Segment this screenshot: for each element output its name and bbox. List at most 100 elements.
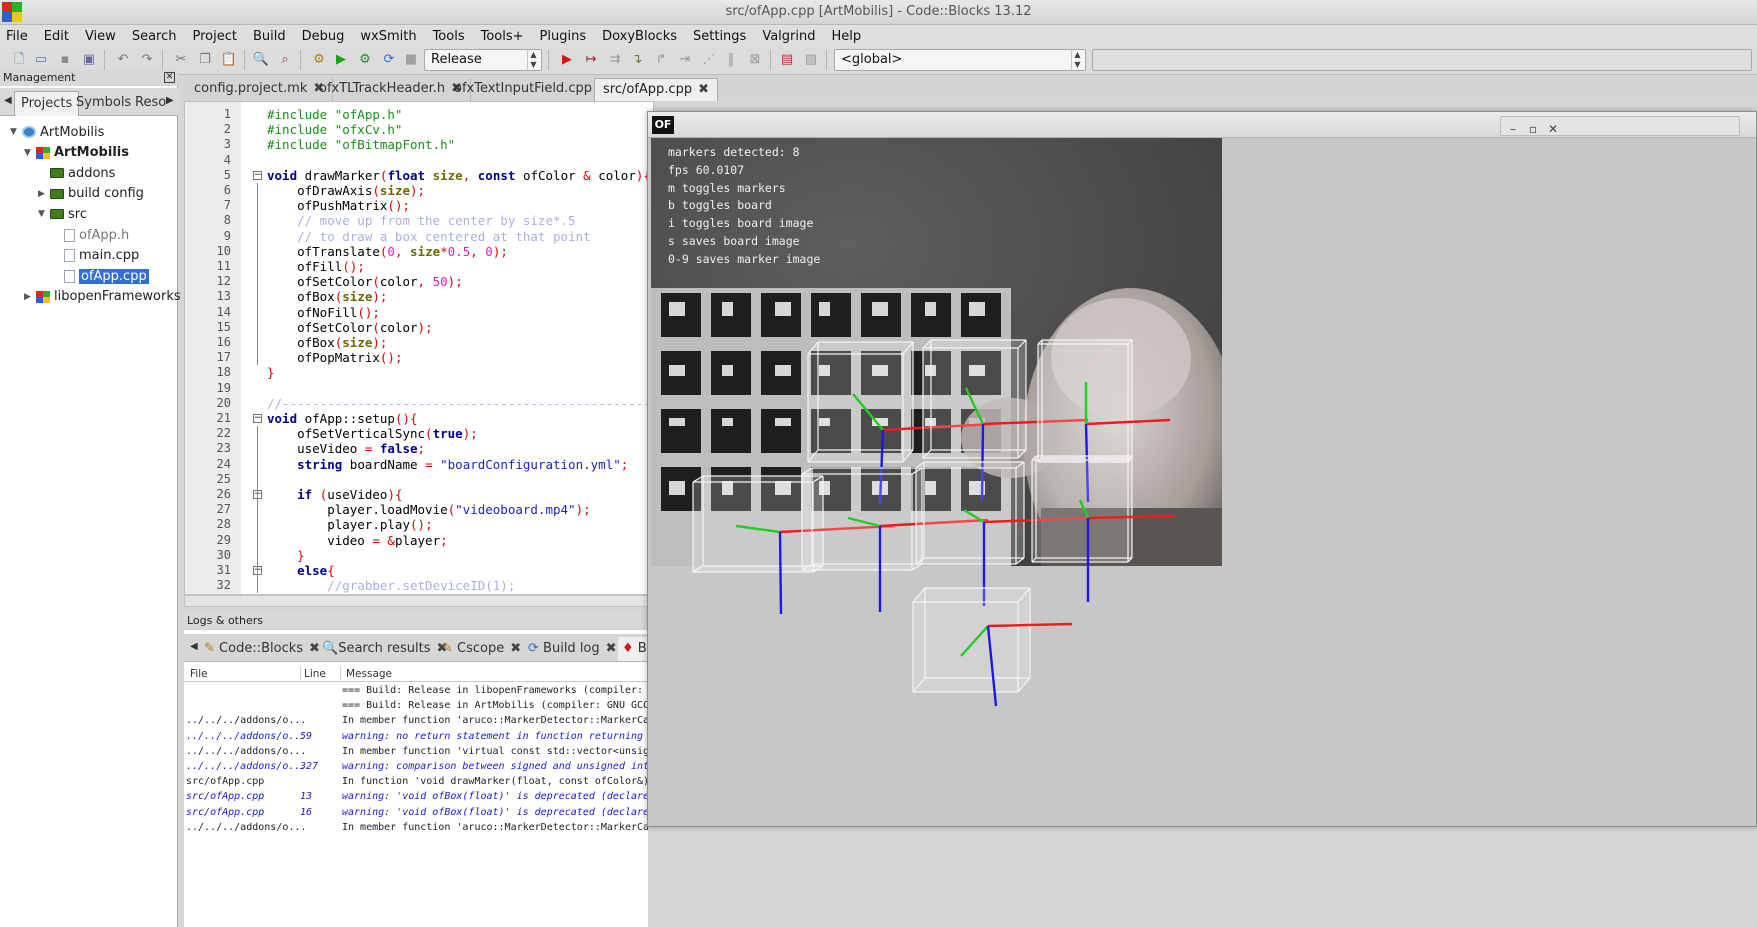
menu-valgrind[interactable]: Valgrind bbox=[754, 29, 823, 44]
menu-edit[interactable]: Edit bbox=[36, 29, 77, 44]
build-run-icon[interactable]: ⚙ bbox=[356, 51, 374, 69]
break-icon[interactable]: ⋰ bbox=[700, 51, 718, 69]
debug-windows-icon[interactable]: ▤ bbox=[778, 51, 796, 69]
close-icon[interactable]: ✕ bbox=[164, 72, 175, 83]
collapsed-arrow-icon[interactable]: ▶ bbox=[38, 189, 50, 199]
close-tab-icon[interactable]: ✖ bbox=[510, 641, 521, 656]
menu-doxyblocks[interactable]: DoxyBlocks bbox=[594, 29, 685, 44]
line-number: 32 bbox=[216, 578, 231, 593]
column-header-file[interactable]: File bbox=[190, 668, 208, 680]
pause-icon[interactable]: ‖ bbox=[722, 51, 740, 69]
table-row[interactable]: src/ofApp.cpp In function 'void drawMarke… bbox=[184, 776, 648, 791]
info-icon[interactable]: ▧ bbox=[802, 51, 820, 69]
run-to-cursor-icon[interactable]: ↦ bbox=[582, 51, 600, 69]
maximize-icon[interactable]: ▫ bbox=[1525, 121, 1541, 137]
tree-item-ofapp-h[interactable]: ofApp.h bbox=[52, 225, 129, 245]
tree-item-artmobilis[interactable]: ▼ ArtMobilis bbox=[10, 122, 104, 142]
tab-cscope[interactable]: ✎ Cscope ✖ bbox=[438, 637, 525, 661]
next-line-icon[interactable]: ⇉ bbox=[606, 51, 624, 69]
find-icon[interactable]: 🔍 bbox=[252, 51, 270, 69]
tab-search-results[interactable]: 🔍Search results ✖ bbox=[318, 637, 451, 661]
close-tab-icon[interactable]: ✖ bbox=[606, 641, 617, 656]
tree-item-ofapp-cpp[interactable]: ofApp.cpp bbox=[52, 266, 149, 286]
minimize-icon[interactable]: – bbox=[1505, 121, 1521, 137]
table-row[interactable]: ../../../addons/o... 59 warning: no return… bbox=[184, 731, 648, 746]
scope-select[interactable]: <global> ▲ ▼ bbox=[834, 49, 1086, 71]
file-icon bbox=[64, 249, 75, 263]
tab-label: Build log bbox=[543, 641, 600, 656]
tab-scroll-right-icon[interactable]: ▶ bbox=[164, 91, 176, 116]
table-row[interactable]: === Build: Release in libopenFrameworks … bbox=[184, 685, 648, 700]
tree-item-build-config[interactable]: ▶ build config bbox=[38, 184, 144, 204]
paste-icon[interactable]: 📋 bbox=[220, 51, 238, 69]
new-file-icon[interactable]: 🗋 bbox=[10, 51, 28, 69]
table-row[interactable]: ../../../addons/o... 327 warning: comparis… bbox=[184, 761, 648, 776]
fold-toggle-icon[interactable]: − bbox=[253, 414, 262, 423]
menu-debug[interactable]: Debug bbox=[294, 29, 353, 44]
step-out-icon[interactable]: ↱ bbox=[652, 51, 670, 69]
menu-tools[interactable]: Tools bbox=[425, 29, 473, 44]
scope-value: <global> bbox=[841, 52, 903, 67]
expanded-arrow-icon[interactable]: ▼ bbox=[38, 209, 50, 219]
fold-toggle-icon[interactable]: − bbox=[253, 170, 262, 180]
code-editor[interactable]: 1 2 3 4 5 6 7 8 9 10 11 12 13 14 15 16 17 18 19 20 21 22 23 24 2… bbox=[184, 101, 654, 595]
save-icon[interactable]: ▪ bbox=[56, 51, 74, 69]
close-icon[interactable]: ✕ bbox=[1545, 121, 1561, 137]
close-tab-icon[interactable]: ✖ bbox=[698, 82, 709, 97]
menu-tools-[interactable]: Tools+ bbox=[473, 29, 532, 44]
line-number: 19 bbox=[216, 380, 231, 395]
abort-icon[interactable]: ■ bbox=[402, 51, 420, 69]
expanded-arrow-icon[interactable]: ▼ bbox=[24, 148, 36, 158]
tree-item-src[interactable]: ▼ src bbox=[38, 204, 87, 224]
debug-icon[interactable]: ▶ bbox=[558, 51, 576, 69]
symbol-select[interactable] bbox=[1092, 49, 1752, 71]
menu-file[interactable]: File bbox=[0, 29, 36, 44]
column-header-line[interactable]: Line bbox=[304, 668, 326, 680]
table-row[interactable]: ../../../addons/o... In member function '… bbox=[184, 715, 648, 730]
tab-scroll-left-icon[interactable]: ◀ bbox=[2, 91, 14, 116]
undo-icon[interactable]: ↶ bbox=[114, 51, 132, 69]
code-line: ofBox(size); bbox=[267, 335, 388, 350]
menu-build[interactable]: Build bbox=[245, 29, 294, 44]
menu-wxsmith[interactable]: wxSmith bbox=[352, 29, 424, 44]
build-target-select[interactable]: Release ▲ ▼ bbox=[424, 49, 542, 71]
editor-horizontal-scrollbar[interactable] bbox=[184, 595, 654, 607]
table-row[interactable]: src/ofApp.cpp 16 warning: 'void ofBox(floa… bbox=[184, 807, 648, 822]
tree-item-libopenframeworks[interactable]: ▶ libopenFrameworks bbox=[24, 287, 181, 307]
tab-codeblocks-log[interactable]: ✎ Code::Blocks ✖ bbox=[200, 637, 324, 661]
menu-plugins[interactable]: Plugins bbox=[532, 29, 595, 44]
step-into-icon[interactable]: ↴ bbox=[628, 51, 646, 69]
open-icon[interactable]: ▭ bbox=[32, 51, 50, 69]
expanded-arrow-icon[interactable]: ▼ bbox=[10, 127, 22, 137]
run-icon[interactable]: ▶ bbox=[332, 51, 350, 69]
save-all-icon[interactable]: ▣ bbox=[80, 51, 98, 69]
table-row[interactable]: src/ofApp.cpp 13 warning: 'void ofBox(floa… bbox=[184, 791, 648, 806]
stop-debug-icon[interactable]: ⊠ bbox=[746, 51, 764, 69]
redo-icon[interactable]: ↷ bbox=[138, 51, 156, 69]
menu-view[interactable]: View bbox=[77, 29, 124, 44]
menu-help[interactable]: Help bbox=[824, 29, 870, 44]
build-icon[interactable]: ⚙ bbox=[310, 51, 328, 69]
management-header: Management ✕ bbox=[0, 70, 178, 86]
menu-search[interactable]: Search bbox=[124, 29, 185, 44]
rebuild-icon[interactable]: ⟳ bbox=[380, 51, 398, 69]
next-instruction-icon[interactable]: ⇥ bbox=[676, 51, 694, 69]
cut-icon[interactable]: ✂ bbox=[172, 51, 190, 69]
tree-item-artmobilis[interactable]: ▼ ArtMobilis bbox=[24, 143, 129, 163]
collapsed-arrow-icon[interactable]: ▶ bbox=[24, 292, 36, 302]
tree-item-main-cpp[interactable]: main.cpp bbox=[52, 246, 139, 266]
table-row[interactable]: === Build: Release in ArtMobilis (compil… bbox=[184, 700, 648, 715]
menu-settings[interactable]: Settings bbox=[685, 29, 754, 44]
column-header-message[interactable]: Message bbox=[346, 668, 392, 680]
copy-icon[interactable]: ❐ bbox=[196, 51, 214, 69]
table-row[interactable]: ../../../addons/o... In member function '… bbox=[184, 746, 648, 761]
table-row[interactable]: ../../../addons/o... In member function '… bbox=[184, 822, 648, 837]
build-messages-table[interactable]: File Line Message === Build: Release in … bbox=[184, 664, 648, 927]
tab-symbols[interactable]: Symbols bbox=[70, 91, 137, 116]
tab-build-log[interactable]: ⟳ Build log ✖ bbox=[524, 637, 621, 661]
menu-project[interactable]: Project bbox=[184, 29, 244, 44]
tree-item-addons[interactable]: addons bbox=[38, 163, 115, 183]
replace-icon[interactable]: ⌕ bbox=[276, 51, 294, 69]
tab-ofapp-cpp[interactable]: src/ofApp.cpp ✖ bbox=[594, 78, 718, 101]
tab-ofxtextinputfield-cpp[interactable]: ofxTextInputField.cpp✖ bbox=[446, 78, 618, 101]
